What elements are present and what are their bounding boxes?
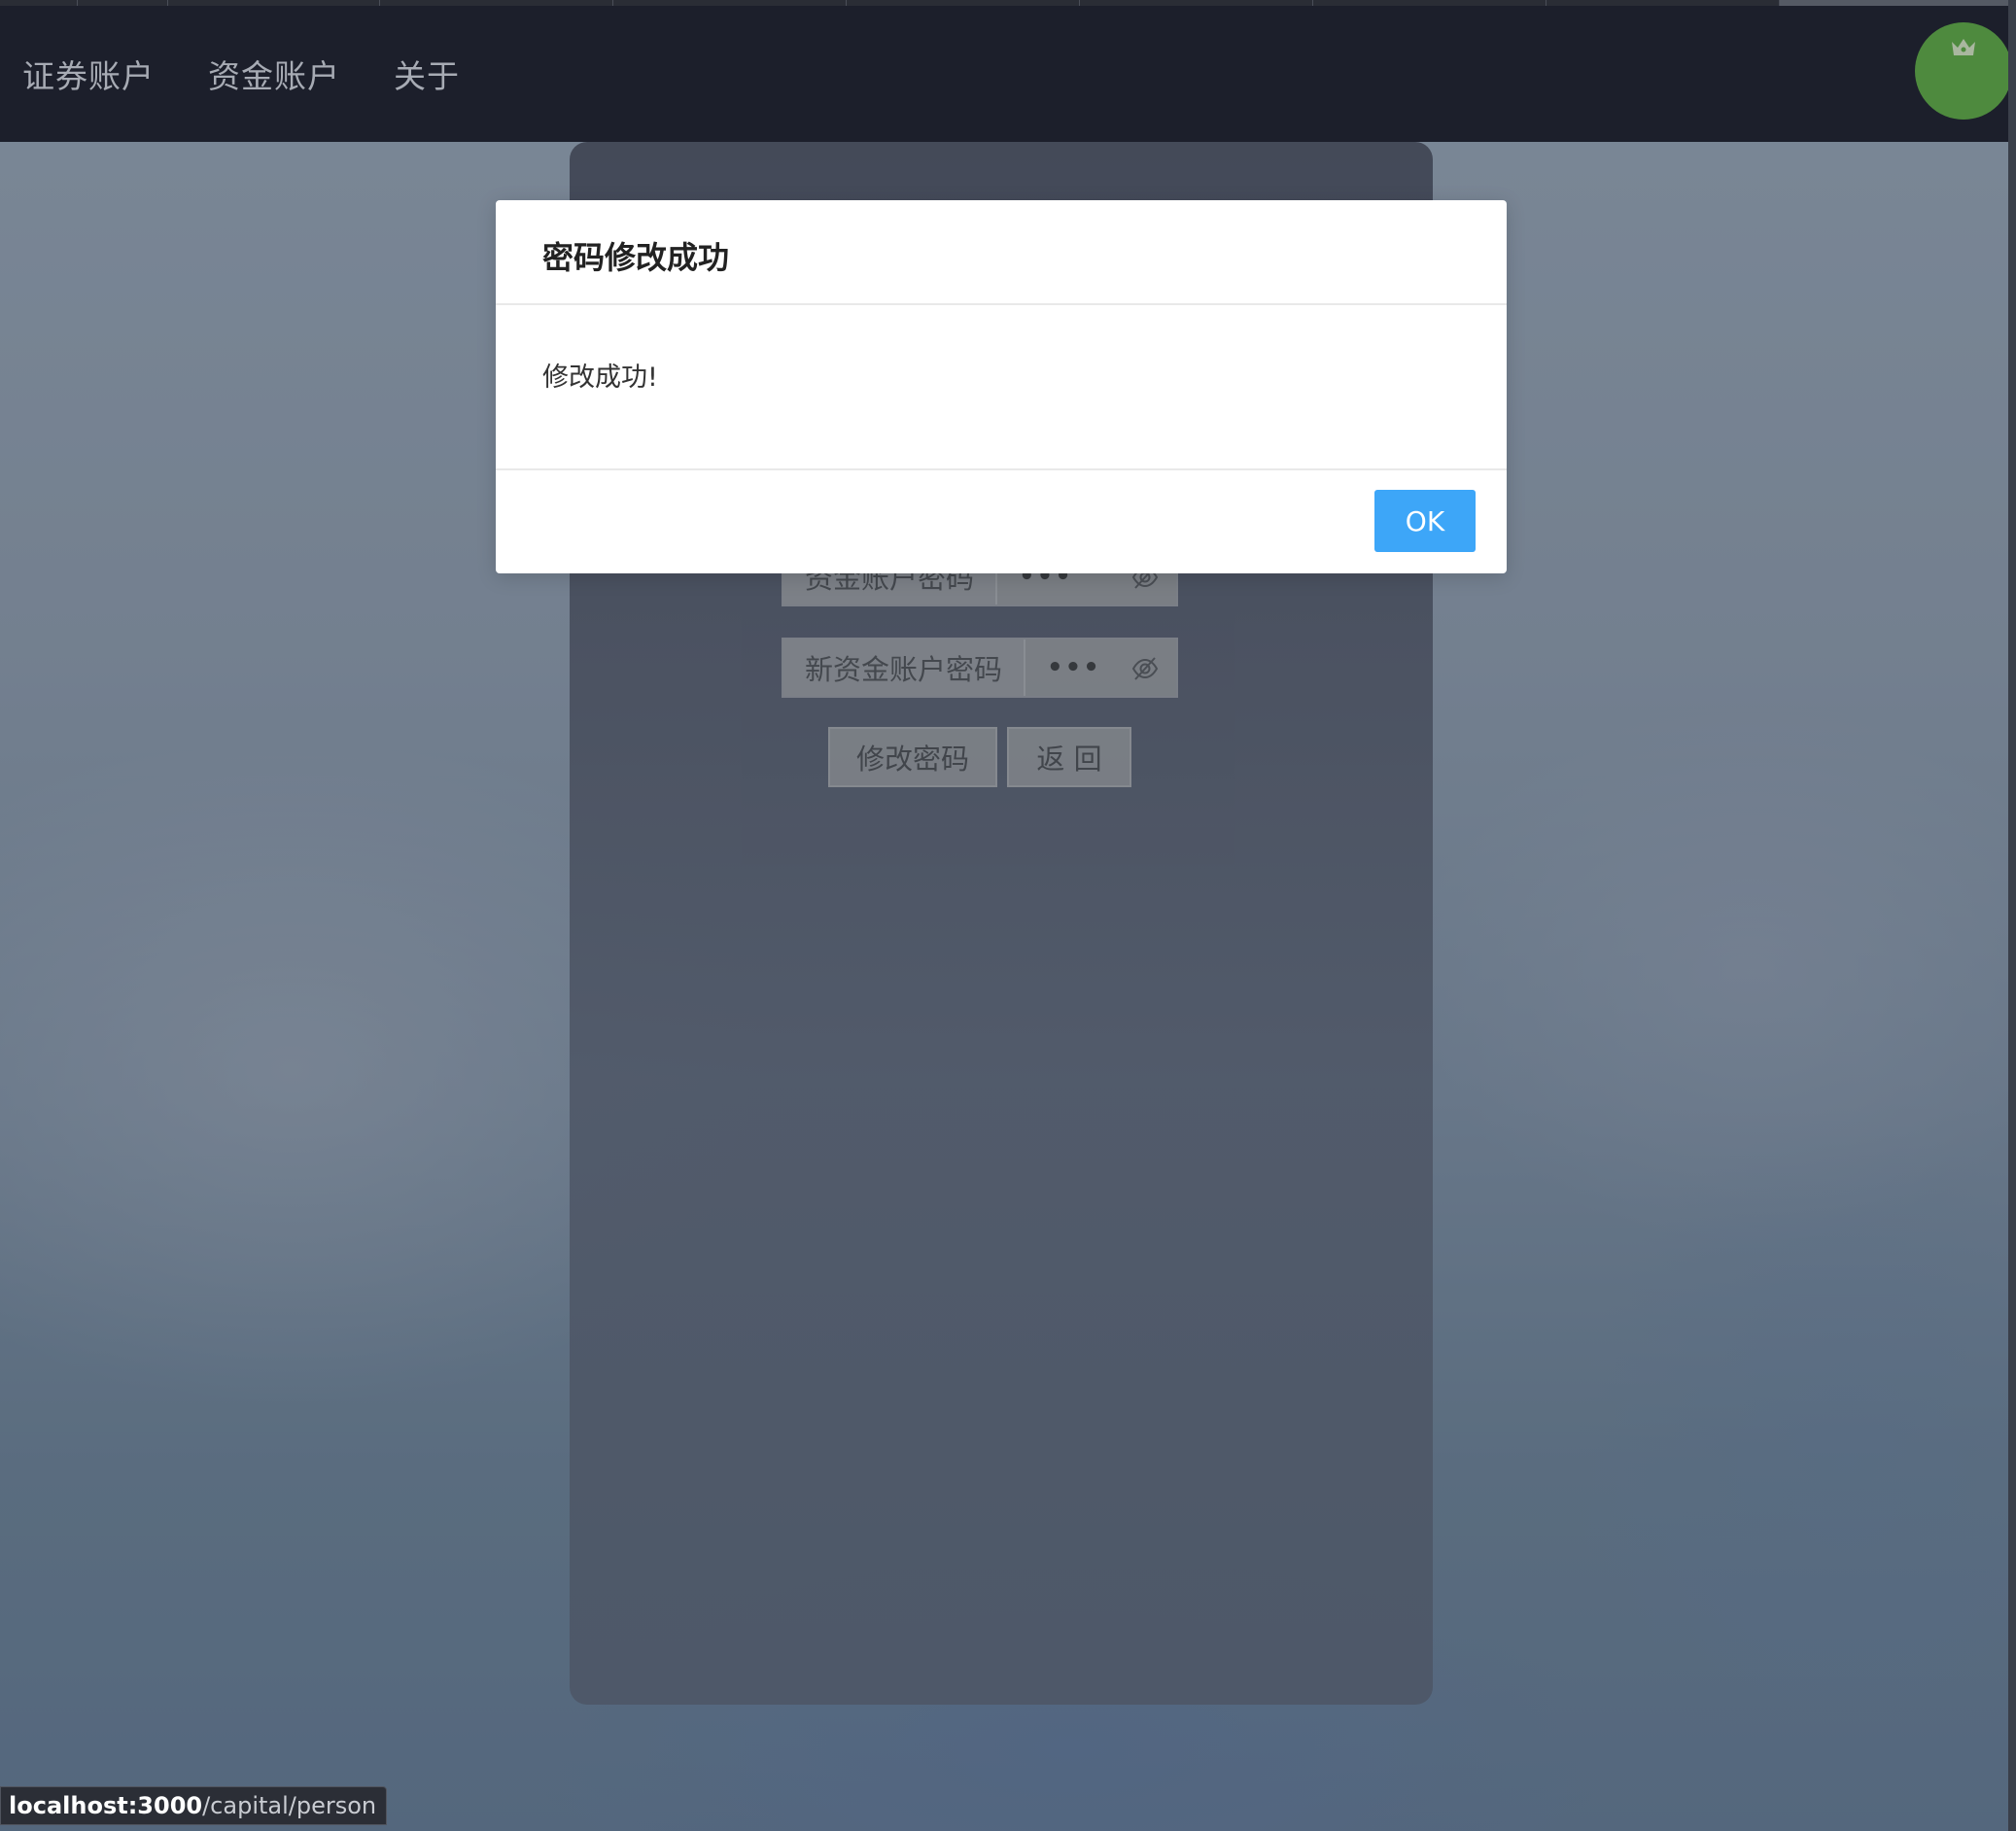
status-url-path: /capital/person [202, 1792, 377, 1819]
dialog-title: 密码修改成功 [496, 200, 1507, 305]
dialog-footer: OK [496, 470, 1507, 573]
crown-icon [1952, 39, 1975, 55]
nav-item-securities-account[interactable]: 证券账户 [22, 51, 155, 97]
ok-button[interactable]: OK [1374, 490, 1476, 552]
status-bar-url: localhost:3000/capital/person [0, 1786, 388, 1825]
success-dialog: 密码修改成功 修改成功! OK [496, 200, 1507, 573]
nav-item-capital-account[interactable]: 资金账户 [208, 51, 340, 97]
window-right-edge [2008, 0, 2016, 1831]
top-navbar: 证券账户 资金账户 关于 [0, 6, 2016, 142]
avatar[interactable] [1915, 22, 2012, 120]
nav-item-about[interactable]: 关于 [394, 51, 460, 97]
dialog-message: 修改成功! [496, 305, 1507, 470]
status-url-host: localhost:3000 [9, 1792, 203, 1819]
